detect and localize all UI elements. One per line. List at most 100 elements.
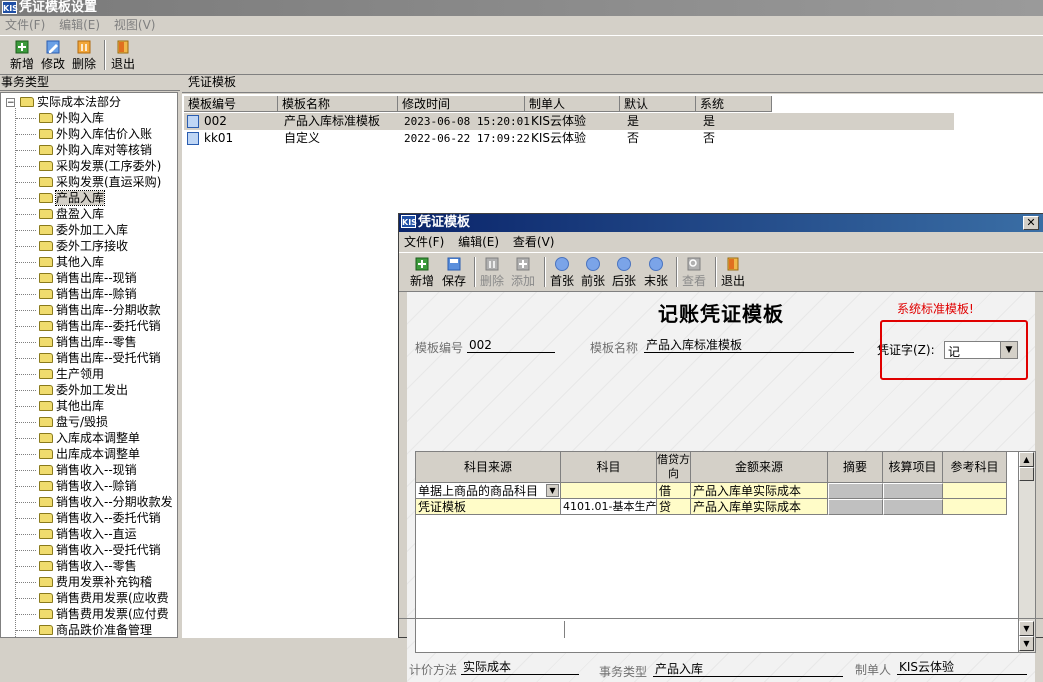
add-button[interactable]: 新增 bbox=[10, 40, 34, 72]
column-header-default[interactable]: 默认 bbox=[620, 96, 696, 112]
account-cell[interactable]: 4101.01-基本生产 bbox=[561, 499, 657, 515]
tree-item-label: 产品入库 bbox=[54, 190, 106, 206]
column-header-modified[interactable]: 修改时间 bbox=[398, 96, 525, 112]
tree-item[interactable]: 盘亏/毁损 bbox=[39, 414, 108, 430]
account-source-cell[interactable]: 凭证模板 bbox=[416, 499, 561, 515]
dialog-title-bar[interactable]: KIS凭证模板 ✕ bbox=[399, 214, 1043, 232]
tree-item[interactable]: 出库成本调整单 bbox=[39, 446, 140, 462]
tree-item[interactable]: 委外工序接收 bbox=[39, 238, 128, 254]
voucher-word-select[interactable]: 记 ▼ bbox=[944, 341, 1018, 359]
dialog-add-button[interactable]: 新增 bbox=[410, 257, 434, 289]
view-button[interactable]: 查看 bbox=[682, 257, 706, 289]
tree-item[interactable]: 其他出库 bbox=[39, 398, 104, 414]
folder-icon bbox=[39, 289, 53, 299]
edit-button[interactable]: 修改 bbox=[41, 40, 65, 72]
tree-item[interactable]: 委外加工入库 bbox=[39, 222, 128, 238]
tree-item[interactable]: 销售出库--赊销 bbox=[39, 286, 137, 302]
reference-account-cell[interactable] bbox=[943, 483, 1007, 499]
tree-line bbox=[16, 422, 36, 423]
delete-button[interactable]: 删除 bbox=[72, 40, 96, 72]
tree-item[interactable]: 委外加工发出 bbox=[39, 382, 128, 398]
business-type-tree[interactable]: − 实际成本法部分 外购入库 外购入库估价入账 外购入库对等核销 采购发票(工序委外)… bbox=[0, 92, 178, 638]
menu-view[interactable]: 视图(V) bbox=[109, 16, 161, 34]
dialog-menu-edit[interactable]: 编辑(E) bbox=[453, 233, 504, 251]
column-header-system[interactable]: 系统 bbox=[696, 96, 772, 112]
tree-item[interactable]: 采购发票(工序委外) bbox=[39, 158, 161, 174]
accounting-item-cell-button[interactable] bbox=[883, 499, 943, 515]
direction-cell[interactable]: 贷 bbox=[657, 499, 691, 515]
tree-item[interactable]: 销售收入--委托代销 bbox=[39, 510, 161, 526]
tree-item[interactable]: 销售收入--零售 bbox=[39, 558, 137, 574]
tree-item[interactable]: 外购入库估价入账 bbox=[39, 126, 152, 142]
accounting-item-cell-button[interactable] bbox=[883, 483, 943, 499]
maker-field[interactable]: KIS云体验 bbox=[897, 659, 1027, 675]
tree-item[interactable]: 销售费用发票(应收费 bbox=[39, 590, 169, 606]
business-type-field[interactable]: 产品入库 bbox=[653, 661, 843, 677]
dialog-status-bar bbox=[399, 618, 1043, 640]
amount-source-cell[interactable]: 产品入库单实际成本 bbox=[691, 483, 828, 499]
dialog-delete-button[interactable]: 删除 bbox=[480, 257, 504, 289]
tree-line bbox=[16, 246, 36, 247]
tree-item[interactable]: 外购入库对等核销 bbox=[39, 142, 152, 158]
chevron-down-icon[interactable]: ▼ bbox=[1000, 342, 1017, 358]
tree-item[interactable]: 销售出库--委托代销 bbox=[39, 318, 161, 334]
account-source-cell[interactable]: 单据上商品的商品科目 ▼ bbox=[416, 483, 561, 499]
tree-item[interactable]: 其他入库 bbox=[39, 254, 104, 270]
tree-line bbox=[16, 630, 36, 631]
summary-cell-button[interactable] bbox=[828, 483, 883, 499]
template-code-field[interactable]: 002 bbox=[467, 337, 555, 353]
table-row[interactable]: 002 产品入库标准模板 2023-06-08 15:20:01 KIS云体验 … bbox=[184, 113, 954, 130]
tree-item[interactable]: 销售收入--赊销 bbox=[39, 478, 137, 494]
prev-record-button[interactable]: 前张 bbox=[581, 257, 605, 289]
tree-item[interactable]: 销售费用发票(应付费 bbox=[39, 606, 169, 622]
tree-item[interactable]: 生产领用 bbox=[39, 366, 104, 382]
tree-item[interactable]: 销售收入--直运 bbox=[39, 526, 137, 542]
column-header-maker[interactable]: 制单人 bbox=[525, 96, 620, 112]
table-row[interactable]: kk01 自定义 2022-06-22 17:09:22 KIS云体验 否 否 bbox=[184, 130, 954, 147]
tree-item[interactable]: 销售出库--零售 bbox=[39, 334, 137, 350]
menu-edit[interactable]: 编辑(E) bbox=[54, 16, 105, 34]
first-record-button[interactable]: 首张 bbox=[550, 257, 574, 289]
tree-item-label: 其他出库 bbox=[56, 399, 105, 413]
tree-item[interactable]: 销售出库--分期收款 bbox=[39, 302, 161, 318]
exit-button[interactable]: 退出 bbox=[111, 40, 135, 72]
tree-item[interactable]: 销售出库--受托代销 bbox=[39, 350, 161, 366]
dialog-menu-view[interactable]: 查看(V) bbox=[508, 233, 560, 251]
tree-root[interactable]: 实际成本法部分 bbox=[20, 94, 121, 110]
tree-line bbox=[16, 278, 36, 279]
direction-cell[interactable]: 借 bbox=[657, 483, 691, 499]
tree-item[interactable]: 费用发票补充钩稽 bbox=[39, 574, 152, 590]
tree-item[interactable]: 外购入库 bbox=[39, 110, 104, 126]
next-record-button[interactable]: 后张 bbox=[612, 257, 636, 289]
scroll-thumb[interactable] bbox=[1019, 467, 1034, 481]
dialog-menu-file[interactable]: 文件(F) bbox=[399, 233, 449, 251]
scroll-up-icon[interactable]: ▲ bbox=[1019, 452, 1034, 467]
tree-item[interactable]: 产品入库 bbox=[39, 190, 106, 206]
folder-icon bbox=[39, 497, 53, 507]
tree-line bbox=[16, 310, 36, 311]
tree-item[interactable]: 商品跌价准备管理 bbox=[39, 622, 152, 637]
tree-item[interactable]: 采购发票(直运采购) bbox=[39, 174, 161, 190]
column-header-code[interactable]: 模板编号 bbox=[184, 96, 278, 112]
tree-item[interactable]: 销售收入--现销 bbox=[39, 462, 137, 478]
last-record-button[interactable]: 末张 bbox=[644, 257, 668, 289]
summary-cell-button[interactable] bbox=[828, 499, 883, 515]
reference-account-cell[interactable] bbox=[943, 499, 1007, 515]
tree-item[interactable]: 销售收入--受托代销 bbox=[39, 542, 161, 558]
close-button[interactable]: ✕ bbox=[1023, 216, 1039, 230]
tree-item[interactable]: 入库成本调整单 bbox=[39, 430, 140, 446]
menu-file[interactable]: 文件(F) bbox=[0, 16, 50, 34]
tree-item[interactable]: 盘盈入库 bbox=[39, 206, 104, 222]
account-cell[interactable] bbox=[561, 483, 657, 499]
pricing-method-field[interactable]: 实际成本 bbox=[461, 659, 579, 675]
tree-item[interactable]: 销售收入--分期收款发 bbox=[39, 494, 173, 510]
save-button[interactable]: 保存 bbox=[442, 257, 466, 289]
tree-item[interactable]: 销售出库--现销 bbox=[39, 270, 137, 286]
template-name-field[interactable]: 产品入库标准模板 bbox=[644, 337, 854, 353]
dialog-insert-button[interactable]: 添加 bbox=[511, 257, 535, 289]
chevron-down-icon[interactable]: ▼ bbox=[546, 484, 559, 497]
column-header-name[interactable]: 模板名称 bbox=[278, 96, 398, 112]
dialog-exit-button[interactable]: 退出 bbox=[721, 257, 745, 289]
tree-collapse-toggle[interactable]: − bbox=[6, 98, 15, 108]
amount-source-cell[interactable]: 产品入库单实际成本 bbox=[691, 499, 828, 515]
